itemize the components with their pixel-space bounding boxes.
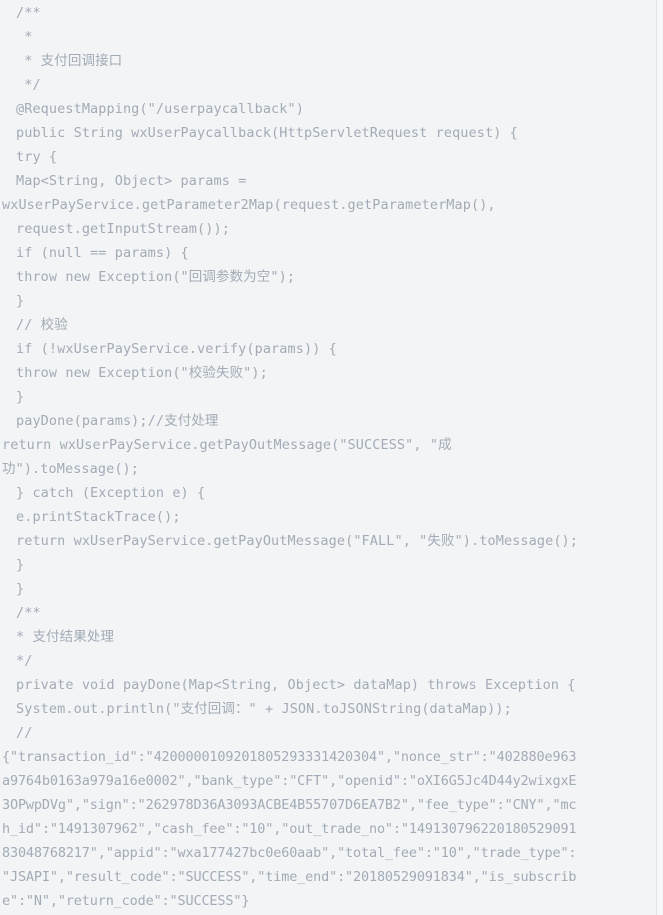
json-payload-line: "JSAPI","result_code":"SUCCESS","time_en…	[2, 869, 577, 885]
code-line: }	[16, 581, 25, 597]
page-watermark: · · · ·	[621, 903, 649, 913]
json-payload-line: 83048768217","appid":"wxa177427bc0e60aab…	[2, 845, 577, 861]
code-line: }	[16, 293, 25, 309]
code-line: e.printStackTrace();	[16, 509, 181, 525]
json-payload-line: a9764b0163a979a16e0002","bank_type":"CFT…	[2, 773, 577, 789]
code-line: Map<String, Object> params =	[16, 173, 247, 189]
code-line: try {	[16, 149, 58, 165]
json-payload-line: e":"N","return_code":"SUCCESS"}	[2, 893, 250, 909]
code-line: if (null == params) {	[16, 245, 189, 261]
page-edge-rule	[656, 0, 657, 915]
code-line: if (!wxUserPayService.verify(params)) {	[16, 341, 337, 357]
code-line: */	[16, 653, 33, 669]
code-line: } catch (Exception e) {	[16, 485, 206, 501]
code-snippet-block: /** * * 支付回调接口 */ @RequestMapping("/userp…	[0, 0, 651, 913]
code-line: System.out.println("支付回调：" + JSON.toJSON…	[16, 701, 512, 717]
code-line: public String wxUserPaycallback(HttpServ…	[16, 125, 518, 141]
code-line: */	[16, 77, 41, 93]
code-line: /**	[16, 605, 41, 621]
code-line: wxUserPayService.getParameter2Map(reques…	[2, 197, 496, 213]
code-line: }	[16, 557, 25, 573]
code-line: request.getInputStream());	[16, 221, 230, 237]
code-line: * 支付结果处理	[16, 629, 115, 645]
json-payload-line: {"transaction_id":"420000010920180529333…	[2, 749, 577, 765]
code-line: @RequestMapping("/userpaycallback")	[16, 101, 304, 117]
code-line: // 校验	[16, 317, 68, 333]
code-line: throw new Exception("校验失败");	[16, 365, 268, 381]
code-line: private void payDone(Map<String, Object>…	[16, 677, 576, 693]
page-gutter	[657, 0, 663, 915]
code-line: /**	[16, 5, 41, 21]
code-line: //	[16, 725, 33, 741]
json-payload-line: 3OPwpDVg","sign":"262978D36A3093ACBE4B55…	[2, 797, 577, 813]
code-line: return wxUserPayService.getPayOutMessage…	[2, 437, 452, 453]
code-line: }	[16, 389, 25, 405]
code-line: *	[16, 29, 33, 45]
code-line: throw new Exception("回调参数为空");	[16, 269, 296, 285]
code-line: return wxUserPayService.getPayOutMessage…	[16, 533, 578, 549]
code-line: * 支付回调接口	[16, 53, 123, 69]
code-line: 功").toMessage();	[2, 461, 140, 477]
json-payload-line: h_id":"1491307962","cash_fee":"10","out_…	[2, 821, 577, 837]
code-line: payDone(params);//支付处理	[16, 413, 219, 429]
